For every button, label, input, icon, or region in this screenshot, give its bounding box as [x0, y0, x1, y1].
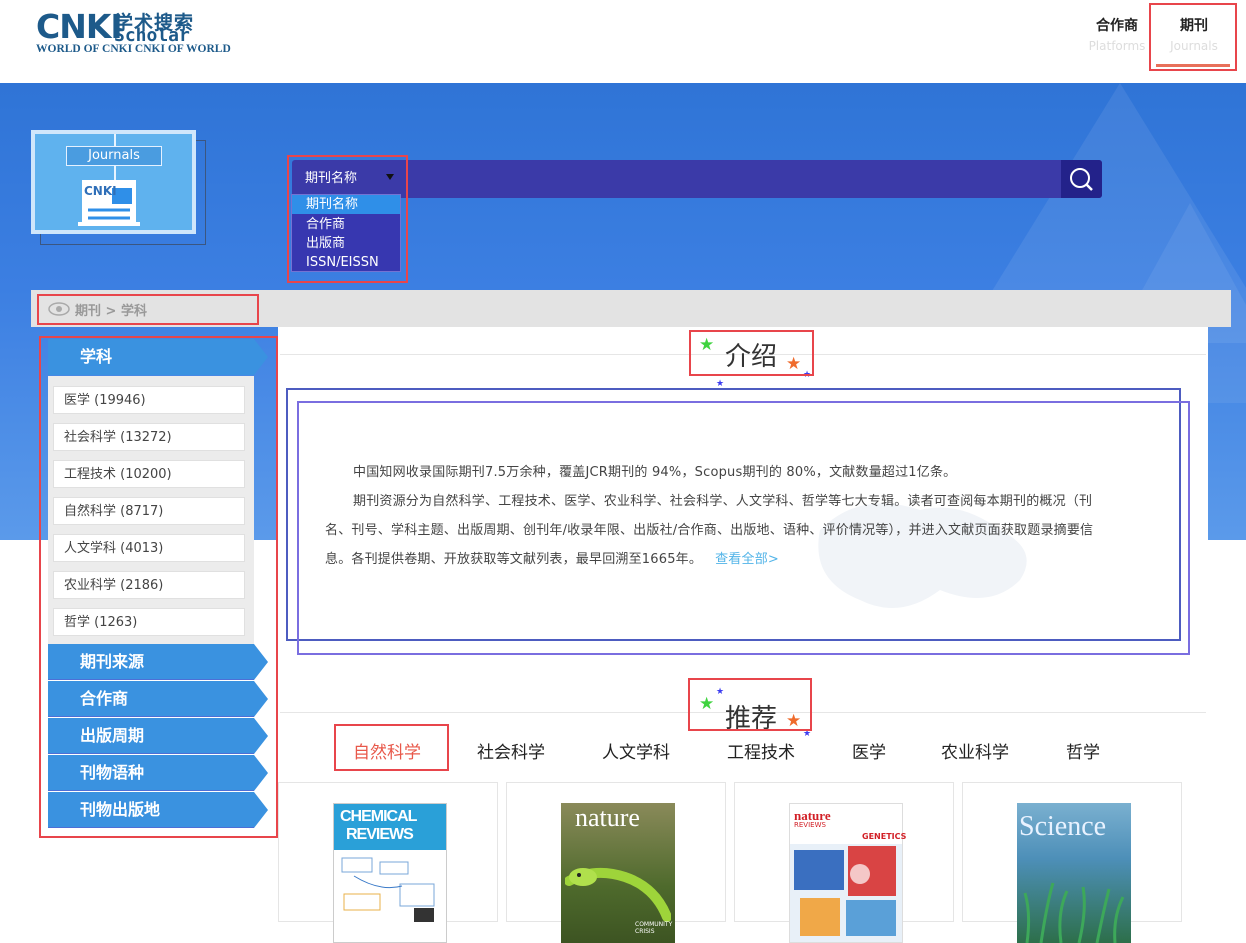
intro-paragraph-2-end: 息。各刊提供卷期、开放获取等文献列表，最早回溯至1665年。 查看全部>	[325, 545, 779, 574]
annotation-box-active-tab	[334, 724, 449, 771]
intro-paragraph-2-last: 息。各刊提供卷期、开放获取等文献列表，最早回溯至1665年。	[325, 552, 703, 567]
journals-tag: Journals	[66, 146, 162, 166]
tab-medicine[interactable]: 医学	[852, 738, 886, 763]
lizard-illustration	[565, 867, 671, 922]
annotation-box-nav	[1149, 3, 1237, 71]
tab-agriculture[interactable]: 农业科学	[941, 738, 1009, 763]
intro-paragraph-1: 中国知网收录国际期刊7.5万余种，覆盖JCR期刊的 94%，Scopus期刊的 …	[353, 465, 957, 480]
search-icon	[1070, 168, 1093, 191]
cover-badge: GENETICS	[862, 832, 907, 841]
nav-platforms-cn: 合作商	[1096, 18, 1138, 34]
seagrass-illustration	[1023, 882, 1125, 943]
cover-illustration	[790, 844, 902, 942]
search-button[interactable]	[1061, 160, 1102, 198]
nav-platforms[interactable]: 合作商 Platforms	[1088, 15, 1146, 53]
intro-paragraph-2: 期刊资源分为自然科学、工程技术、医学、农业科学、社会科学、人文学科、哲学等七大专…	[353, 494, 1093, 509]
journal-cover-nature[interactable]: nature COMMUNITY CRISIS	[561, 803, 675, 943]
cover-headline: COMMUNITY CRISIS	[635, 921, 673, 935]
journal-cover-nature-reviews-genetics[interactable]: nature REVIEWS GENETICS	[789, 803, 907, 943]
logo-subtitle: WORLD OF CNKI CNKI OF WORLD	[36, 43, 231, 55]
journal-building-label: CNKI	[84, 184, 117, 198]
search-bar[interactable]	[292, 160, 1102, 198]
view-all-link[interactable]: 查看全部>	[715, 552, 779, 567]
cover-subtitle: REVIEWS	[794, 821, 826, 829]
journal-cover-chemical-reviews[interactable]: CHEMICAL REVIEWS	[333, 803, 447, 943]
tab-engineering[interactable]: 工程技术	[727, 738, 795, 763]
cover-title-2: REVIEWS	[346, 826, 414, 843]
cover-title: nature	[575, 803, 640, 832]
annotation-box-sidebar	[39, 336, 278, 838]
annotation-box-search-select	[287, 155, 408, 283]
annotation-box-breadcrumb	[37, 294, 259, 325]
annotation-box-recommend-title	[688, 678, 812, 731]
header: CNKI 学术搜索 Scholar WORLD OF CNKI CNKI OF …	[0, 0, 1246, 83]
cover-title: Science	[1019, 811, 1107, 842]
cnki-logo[interactable]: CNKI	[36, 7, 123, 46]
tab-philosophy[interactable]: 哲学	[1066, 738, 1100, 763]
annotation-box-intro-title	[689, 330, 814, 376]
cover-title: CHEMICAL	[340, 808, 417, 825]
journal-cover-science[interactable]: Science	[1017, 803, 1131, 943]
star-icon: ★	[803, 729, 812, 739]
tab-humanities[interactable]: 人文学科	[602, 738, 670, 763]
nav-platforms-en: Platforms	[1088, 39, 1146, 53]
tab-social-science[interactable]: 社会科学	[477, 738, 545, 763]
intro-paragraph-2-cont: 名、刊号、学科主题、出版周期、创刊年/收录年限、出版社/合作商、出版地、语种、评…	[325, 523, 1094, 538]
